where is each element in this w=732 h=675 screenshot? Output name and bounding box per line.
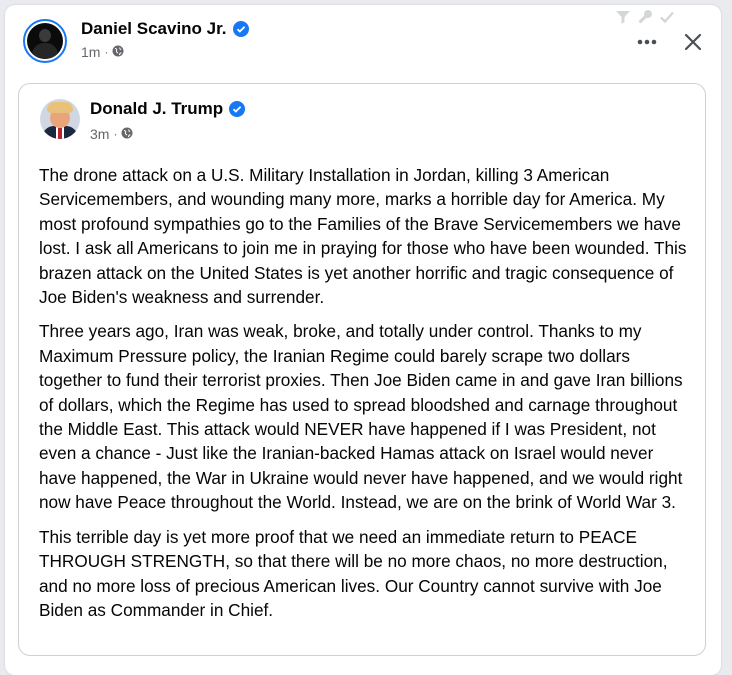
post-body: The drone attack on a U.S. Military Inst… [39, 163, 687, 632]
more-options-icon[interactable] [635, 34, 659, 50]
shared-post[interactable]: Donald J. Trump 3m · The drone attack on… [18, 83, 706, 656]
background-toolbar [615, 9, 675, 25]
avatar-image [27, 23, 63, 59]
post-paragraph: Three years ago, Iran was weak, broke, a… [39, 321, 683, 513]
meta-separator: · [104, 45, 109, 59]
meta-separator: · [113, 127, 118, 141]
close-icon[interactable] [681, 30, 705, 54]
timestamp[interactable]: 1m [81, 44, 100, 60]
shared-timestamp[interactable]: 3m [90, 126, 109, 142]
post-actions [635, 30, 705, 54]
author-block: Daniel Scavino Jr. 1m · [81, 19, 249, 60]
avatar[interactable] [40, 99, 80, 139]
shared-post-meta: 3m · [90, 126, 245, 142]
checkmark-icon [659, 9, 675, 25]
post-paragraph: This terrible day is yet more proof that… [39, 526, 668, 620]
shared-author-line: Donald J. Trump [90, 99, 246, 119]
shared-post-header: Donald J. Trump 3m · [40, 99, 246, 142]
post-paragraph: The drone attack on a U.S. Military Inst… [39, 165, 687, 308]
globe-icon[interactable] [121, 126, 133, 142]
verified-badge-icon [229, 101, 246, 117]
author-name[interactable]: Daniel Scavino Jr. [81, 19, 227, 39]
post-meta: 1m · [81, 44, 249, 60]
avatar[interactable] [23, 19, 67, 63]
shared-author-block: Donald J. Trump 3m · [90, 99, 246, 142]
author-line: Daniel Scavino Jr. [81, 19, 249, 39]
filter-icon [615, 9, 631, 25]
post-card: Daniel Scavino Jr. 1m · Donald J. Trump … [5, 5, 721, 675]
globe-icon[interactable] [112, 44, 124, 60]
wrench-icon [637, 9, 653, 25]
shared-author-name[interactable]: Donald J. Trump [90, 99, 223, 119]
verified-badge-icon [232, 21, 249, 37]
outer-post-header: Daniel Scavino Jr. 1m · [23, 19, 249, 63]
